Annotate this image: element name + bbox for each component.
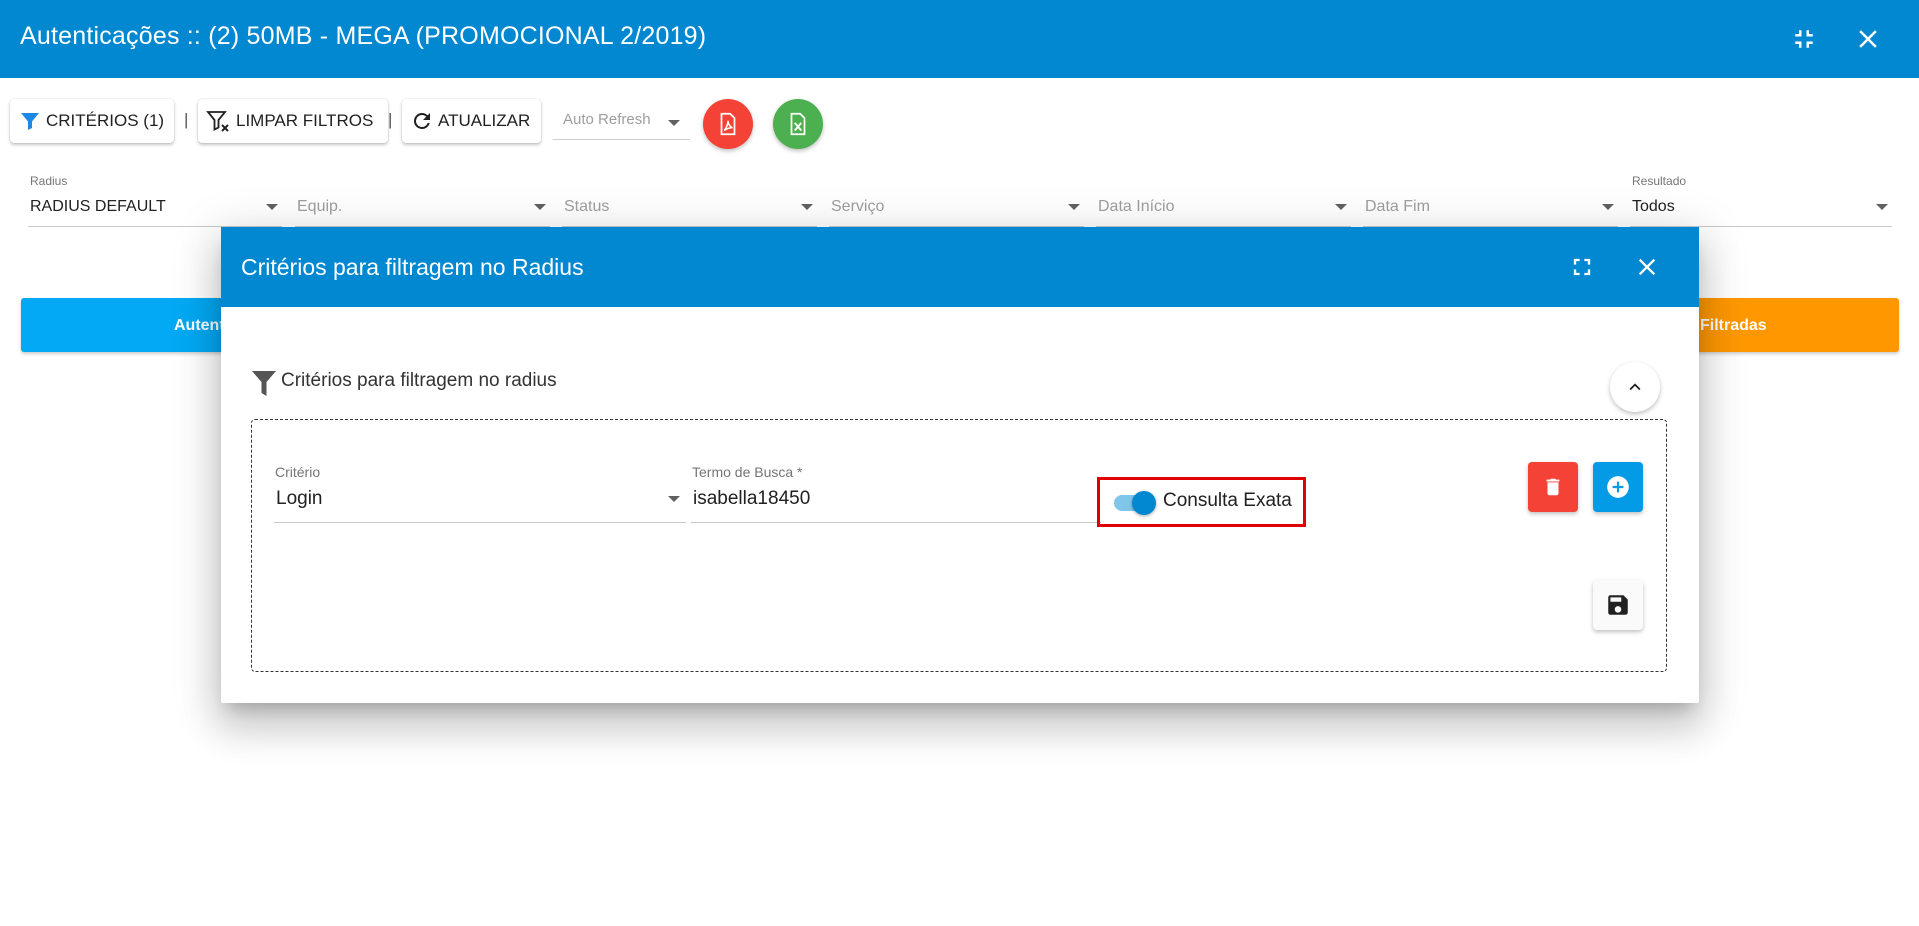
refresh-button[interactable]: ATUALIZAR (402, 99, 541, 143)
criteria-button[interactable]: CRITÉRIOS (1) (10, 99, 174, 143)
pdf-icon (720, 112, 736, 136)
chevron-down-icon (668, 120, 680, 126)
excel-icon (790, 112, 806, 136)
search-term-value: isabella18450 (693, 488, 811, 509)
dialog-header: Critérios para filtragem no Radius (221, 227, 1699, 307)
chevron-down-icon (1335, 204, 1347, 210)
criterio-value: Login (276, 488, 323, 509)
chevron-down-icon (534, 204, 546, 210)
data-inicio-select[interactable]: Data Início (1096, 172, 1351, 227)
section-title: Critérios para filtragem no radius (281, 370, 557, 391)
exact-search-highlight: Consulta Exata (1097, 477, 1306, 527)
criteria-button-label: CRITÉRIOS (1) (46, 111, 165, 130)
clear-filters-button[interactable]: LIMPAR FILTROS (198, 99, 388, 143)
clear-filter-icon (206, 111, 229, 132)
chevron-down-icon (1068, 204, 1080, 210)
trash-icon (1546, 478, 1560, 496)
criterio-label: Critério (275, 464, 321, 480)
search-term-field[interactable]: Termo de Busca * isabella18450 (691, 464, 1101, 523)
radius-label: Radius (30, 174, 68, 188)
close-icon[interactable] (1853, 24, 1883, 54)
summary-left-label: Autent (174, 317, 225, 334)
window-title: Autenticações :: (2) 50MB - MEGA (PROMOC… (20, 22, 707, 50)
save-criteria-button[interactable] (1593, 580, 1643, 630)
status-select[interactable]: Status (562, 172, 817, 227)
exact-search-toggle[interactable] (1112, 490, 1158, 515)
compress-icon[interactable] (1789, 24, 1819, 54)
search-term-label: Termo de Busca * (692, 464, 803, 480)
criterio-select[interactable]: Critério Login (274, 464, 686, 523)
toolbar-separator: | (388, 110, 393, 129)
save-icon (1608, 595, 1628, 615)
fullscreen-icon[interactable] (1568, 253, 1596, 281)
resultado-value: Todos (1632, 198, 1675, 215)
export-excel-button[interactable] (773, 99, 823, 149)
window-title-bar: Autenticações :: (2) 50MB - MEGA (PROMOC… (0, 0, 1919, 78)
resultado-select[interactable]: Resultado Todos (1630, 172, 1892, 227)
radius-value: RADIUS DEFAULT (30, 198, 166, 215)
dialog-title: Critérios para filtragem no Radius (241, 254, 584, 280)
auto-refresh-placeholder: Auto Refresh (563, 111, 651, 128)
summary-right-label: Filtradas (1700, 317, 1767, 334)
chevron-down-icon (1876, 204, 1888, 210)
clear-filters-label: LIMPAR FILTROS (236, 111, 374, 130)
criteria-row-container: Critério Login Termo de Busca * isabella… (251, 419, 1667, 672)
refresh-icon (413, 112, 430, 129)
chevron-down-icon (801, 204, 813, 210)
toggle-thumb (1132, 491, 1156, 515)
filter-icon (252, 371, 276, 396)
filter-icon (21, 113, 39, 130)
chevron-down-icon (1602, 204, 1614, 210)
exact-search-label: Consulta Exata (1163, 490, 1292, 511)
status-placeholder: Status (564, 198, 610, 215)
data-fim-select[interactable]: Data Fim (1363, 172, 1618, 227)
resultado-label: Resultado (1632, 174, 1687, 188)
criteria-dialog: Critérios para filtragem no Radius Crité… (221, 227, 1699, 703)
equip-select[interactable]: Equip. (295, 172, 550, 227)
chevron-down-icon (266, 204, 278, 210)
data-fim-placeholder: Data Fim (1365, 198, 1430, 215)
collapse-button[interactable] (1610, 362, 1660, 412)
export-pdf-button[interactable] (703, 99, 753, 149)
refresh-label: ATUALIZAR (438, 111, 531, 130)
close-icon[interactable] (1633, 253, 1661, 281)
servico-placeholder: Serviço (831, 198, 885, 215)
delete-criterion-button[interactable] (1528, 462, 1578, 512)
equip-placeholder: Equip. (297, 198, 343, 215)
radius-select[interactable]: Radius RADIUS DEFAULT (28, 172, 282, 227)
toolbar-separator: | (184, 110, 189, 129)
auto-refresh-select[interactable]: Auto Refresh (553, 105, 690, 140)
chevron-down-icon (668, 496, 680, 502)
servico-select[interactable]: Serviço (829, 172, 1084, 227)
data-inicio-placeholder: Data Início (1098, 198, 1175, 215)
chevron-up-icon (1629, 383, 1641, 391)
add-circle-icon (1607, 476, 1629, 498)
add-criterion-button[interactable] (1593, 462, 1643, 512)
